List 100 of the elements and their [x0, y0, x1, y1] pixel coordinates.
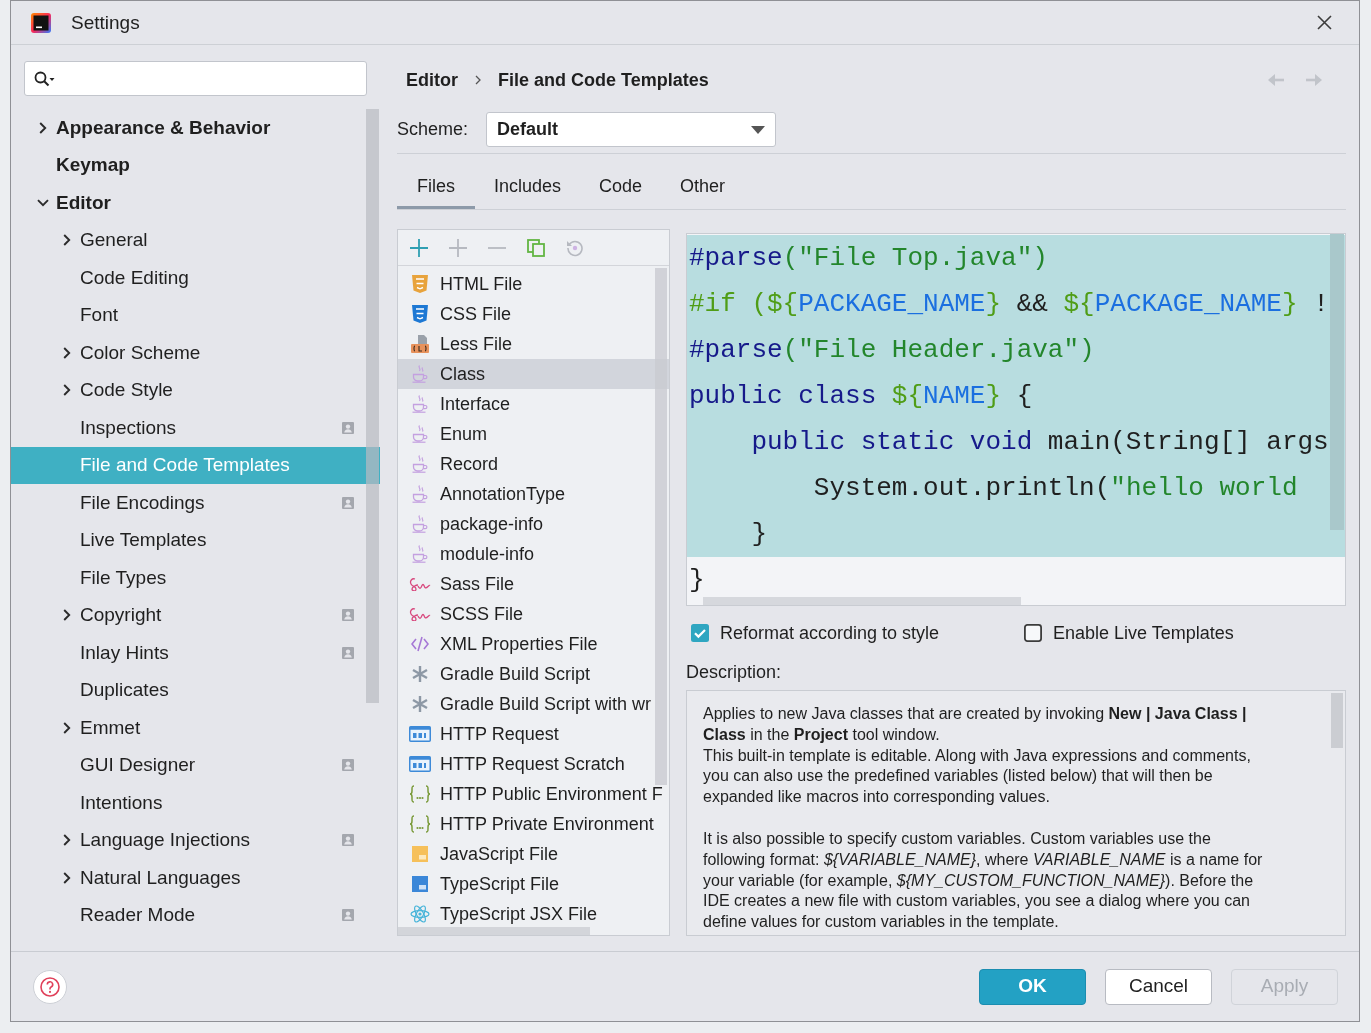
- cup-icon: [412, 395, 428, 413]
- scrollbar[interactable]: [655, 268, 667, 785]
- checkbox-label[interactable]: Reformat according to style: [720, 619, 940, 647]
- sidebar-item[interactable]: GUI Designer: [80, 753, 196, 778]
- template-item[interactable]: HTTP Request Scratch: [440, 752, 625, 776]
- chevron-right-icon[interactable]: [63, 234, 71, 247]
- tab[interactable]: Code: [580, 167, 662, 209]
- asterisk-icon: [412, 696, 428, 712]
- tab[interactable]: Other: [661, 167, 745, 209]
- sidebar-item[interactable]: File Encodings: [80, 490, 205, 515]
- scrollbar[interactable]: [703, 597, 1021, 605]
- sidebar-item[interactable]: Appearance & Behavior: [56, 115, 271, 140]
- description-text: It is also possible to specify custom variables. Custom variables use the following format: ${VARIABLE_NAME}, where VARIABLE_NAME is a name for your variable (for example, ${MY_CUSTOM_FUNCTION_NAME}). Before the IDE creates a new file with custom variables, you see a dialog where you can define values for custom variables in the template.: [703, 829, 1263, 933]
- sidebar-item[interactable]: Reader Mode: [80, 903, 196, 928]
- template-item[interactable]: module-info: [440, 542, 535, 566]
- sidebar-item[interactable]: Editor: [56, 190, 111, 215]
- sidebar-item[interactable]: Font: [80, 303, 119, 328]
- sidebar-item[interactable]: Live Templates: [80, 528, 207, 553]
- scheme-dropdown[interactable]: Default: [486, 112, 777, 147]
- sidebar-item[interactable]: Duplicates: [80, 678, 169, 703]
- template-item[interactable]: Sass File: [440, 572, 515, 596]
- cup-icon: [412, 425, 428, 443]
- app-icon: [31, 12, 51, 33]
- chevron-right-icon[interactable]: [63, 346, 71, 359]
- plus-icon[interactable]: [410, 238, 428, 257]
- caret-down-icon: [751, 125, 766, 134]
- scrollbar[interactable]: [1330, 234, 1344, 530]
- template-item[interactable]: XML Properties File: [440, 632, 598, 656]
- template-item[interactable]: HTTP Public Environment F: [440, 782, 663, 806]
- template-item[interactable]: HTTP Private Environment: [440, 812, 654, 836]
- sidebar-item[interactable]: Color Scheme: [80, 340, 201, 365]
- dialog-button[interactable]: Cancel: [1105, 968, 1212, 1005]
- sidebar-item[interactable]: Keymap: [56, 153, 130, 178]
- sidebar-item[interactable]: File Types: [80, 565, 167, 590]
- template-item[interactable]: package-info: [440, 512, 544, 536]
- chevron-right-icon[interactable]: [63, 384, 71, 397]
- code-editor[interactable]: #parse("File Top.java") #if (${PACKAGE_NAME} && ${PACKAGE_NAME} ! #parse("File Header.java") public class ${NAME} { public static void main(String[] args System.out.println("hello world } }: [686, 233, 1346, 606]
- window-title: Settings: [71, 13, 140, 32]
- description-label: Description:: [686, 661, 782, 684]
- help-button[interactable]: [33, 969, 67, 1004]
- template-item[interactable]: TypeScript File: [440, 872, 560, 896]
- breadcrumb-item: Editor: [406, 68, 458, 92]
- sidebar-item[interactable]: Emmet: [80, 715, 141, 740]
- sidebar-item[interactable]: Language Injections: [80, 828, 251, 853]
- checkbox-label[interactable]: Enable Live Templates: [1053, 619, 1234, 647]
- panel-icon: [409, 726, 431, 742]
- atom-icon: [410, 905, 430, 923]
- close-icon[interactable]: [1317, 15, 1332, 30]
- template-item[interactable]: CSS File: [440, 302, 511, 326]
- search-field[interactable]: [24, 61, 367, 96]
- chevron-right-icon[interactable]: [63, 609, 71, 622]
- scrollbar[interactable]: [398, 927, 590, 935]
- sidebar-item[interactable]: Inspections: [80, 415, 177, 440]
- search-icon: [34, 70, 55, 87]
- template-item[interactable]: TypeScript JSX File: [440, 902, 598, 926]
- chevron-right-icon[interactable]: [39, 121, 47, 134]
- template-item[interactable]: Gradle Build Script with wr: [440, 692, 652, 716]
- sidebar-item[interactable]: Copyright: [80, 603, 162, 628]
- sidebar-item[interactable]: General: [80, 228, 148, 253]
- sidebar-item[interactable]: Intentions: [80, 790, 163, 815]
- tile-icon: [412, 876, 428, 892]
- chevron-right-icon[interactable]: [63, 834, 71, 847]
- checkbox[interactable]: [1024, 624, 1042, 642]
- sidebar-item[interactable]: Inlay Hints: [80, 640, 169, 665]
- cup-icon: [412, 485, 428, 503]
- sidebar-item[interactable]: Code Style: [80, 378, 173, 403]
- tab[interactable]: Files: [397, 167, 475, 209]
- chevron-right-icon[interactable]: [63, 871, 71, 884]
- breadcrumb-item: File and Code Templates: [498, 68, 709, 92]
- cup-icon: [412, 545, 428, 563]
- template-item[interactable]: SCSS File: [440, 602, 524, 626]
- checkbox[interactable]: [691, 624, 709, 642]
- template-item[interactable]: Interface: [440, 392, 511, 416]
- description-text: Applies to new Java classes that are created by invoking New | Java Class | Class in the Project tool window.: [703, 704, 1248, 745]
- template-item[interactable]: AnnotationType: [440, 482, 566, 506]
- help-icon: [40, 976, 60, 997]
- template-item[interactable]: Record: [440, 452, 499, 476]
- template-item[interactable]: JavaScript File: [440, 842, 559, 866]
- chevron-down-icon[interactable]: [37, 198, 49, 207]
- copy-icon[interactable]: [527, 238, 545, 257]
- cup-icon: [412, 515, 428, 533]
- template-item[interactable]: HTTP Request: [440, 722, 559, 746]
- scheme-label: Scheme:: [397, 118, 469, 141]
- shield-icon: [412, 275, 428, 293]
- swirl-icon: [409, 577, 431, 591]
- template-item[interactable]: Enum: [440, 422, 488, 446]
- scrollbar[interactable]: [1331, 693, 1343, 748]
- asterisk-icon: [412, 666, 428, 682]
- file-icon: [411, 335, 429, 353]
- code-icon: [411, 636, 429, 652]
- sidebar-item[interactable]: Code Editing: [80, 265, 189, 290]
- template-item[interactable]: Less File: [440, 332, 513, 356]
- tab[interactable]: Includes: [475, 167, 581, 209]
- template-item[interactable]: HTML File: [440, 272, 523, 296]
- chevron-right-icon[interactable]: [63, 721, 71, 734]
- template-item[interactable]: Gradle Build Script: [440, 662, 591, 686]
- scrollbar[interactable]: [366, 109, 379, 703]
- template-item[interactable]: Class: [440, 362, 485, 386]
- cup-icon: [412, 365, 428, 383]
- sidebar-item[interactable]: Natural Languages: [80, 865, 241, 890]
